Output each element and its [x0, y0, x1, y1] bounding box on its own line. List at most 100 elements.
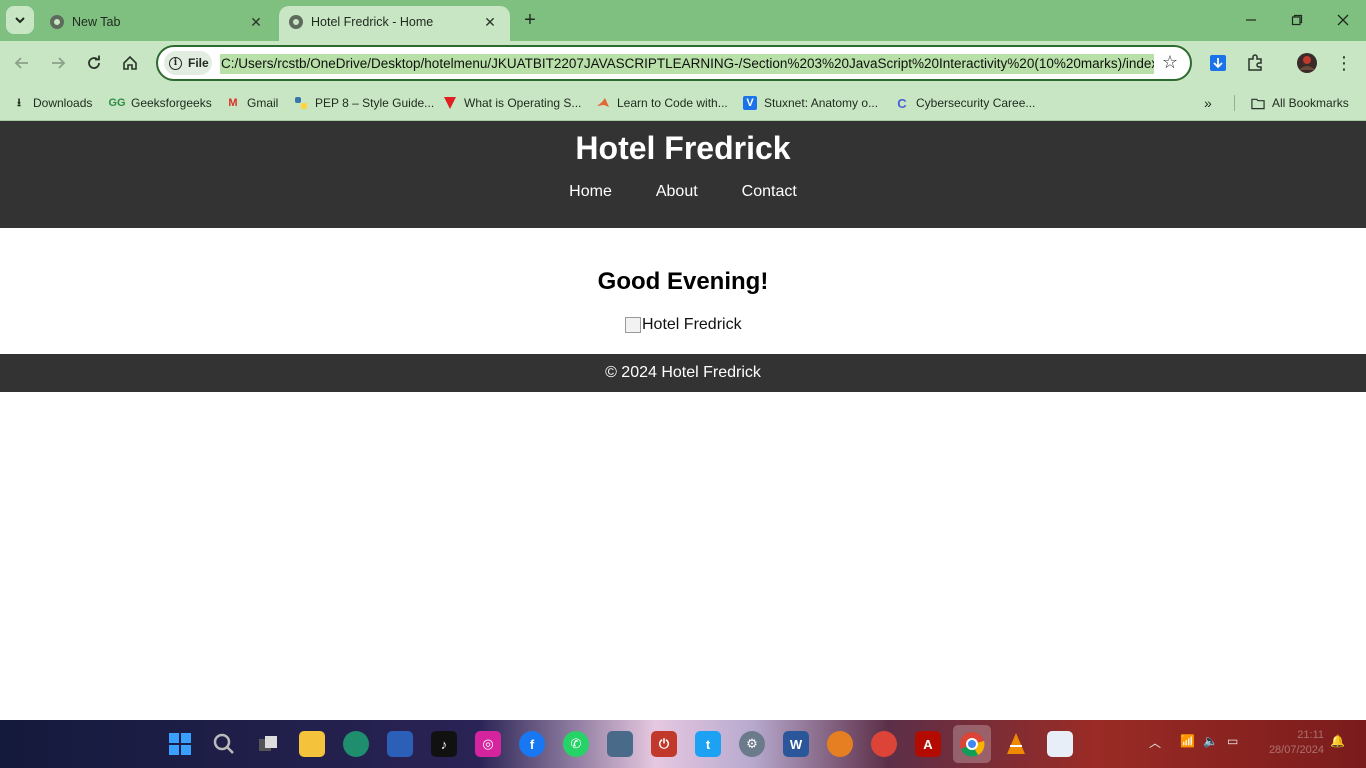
chrome-active-icon[interactable] — [953, 725, 991, 763]
greeting-heading: Good Evening! — [597, 268, 769, 295]
bookmark-geeksforgeeks[interactable]: GG Geeksforgeeks — [108, 92, 212, 114]
extensions-button[interactable] — [1243, 51, 1267, 75]
chevron-down-icon — [15, 17, 25, 24]
wifi-icon[interactable]: 📶 — [1180, 734, 1195, 748]
v-icon: V — [743, 96, 757, 110]
home-button[interactable] — [118, 51, 142, 75]
more-bookmarks-button[interactable]: » — [1204, 92, 1212, 114]
forward-button[interactable] — [46, 51, 70, 75]
close-icon[interactable]: ✕ — [246, 12, 266, 32]
tiktok-icon[interactable]: ♪ — [431, 731, 457, 757]
download-icon — [1210, 55, 1226, 71]
bookmark-label: Learn to Code with... — [617, 96, 728, 110]
windows-start-icon[interactable] — [167, 731, 193, 757]
gmail-icon: M — [228, 97, 238, 109]
matlab-icon — [596, 96, 610, 110]
back-button[interactable] — [10, 51, 34, 75]
bookmark-learn-to-code[interactable]: Learn to Code with... — [596, 92, 728, 114]
site-header: Hotel Fredrick Home About Contact — [0, 121, 1366, 228]
bookmark-pep8[interactable]: PEP 8 – Style Guide... — [294, 92, 434, 114]
chip-label: File — [188, 56, 209, 70]
bookmark-operating-system[interactable]: What is Operating S... — [443, 92, 581, 114]
double-chevron-icon: » — [1204, 95, 1212, 111]
search-app-icon[interactable] — [827, 731, 853, 757]
menu-button[interactable]: ⋮ — [1332, 51, 1356, 75]
restore-button[interactable] — [1283, 8, 1311, 32]
clock-date: 28/07/2024 — [1268, 744, 1324, 756]
settings-gear-icon[interactable]: ⚙ — [739, 731, 765, 757]
task-view-icon[interactable] — [255, 731, 281, 757]
twitter-icon[interactable]: t — [695, 731, 721, 757]
profile-button[interactable] — [1295, 51, 1319, 75]
new-tab-button[interactable]: + — [518, 8, 542, 32]
notification-bell-icon[interactable]: 🔔 — [1330, 734, 1345, 748]
edge-icon[interactable] — [343, 731, 369, 757]
volume-icon[interactable]: 🔈 — [1203, 734, 1218, 748]
bookmark-label: Geeksforgeeks — [131, 96, 212, 110]
bookmark-label: Downloads — [33, 96, 93, 110]
bookmarks-bar: ⭳ Downloads GG Geeksforgeeks M Gmail PEP… — [0, 85, 1366, 121]
minimize-icon — [1246, 19, 1256, 21]
bookmark-cybersecurity[interactable]: C Cybersecurity Caree... — [895, 92, 1035, 114]
store-icon[interactable] — [387, 731, 413, 757]
image-alt-text: Hotel Fredrick — [642, 316, 742, 333]
tab-strip: New Tab ✕ Hotel Fredrick - Home ✕ + — [0, 0, 1366, 41]
acrobat-icon[interactable]: A — [915, 731, 941, 757]
minimize-button[interactable] — [1237, 8, 1265, 32]
file-explorer-icon[interactable] — [299, 731, 325, 757]
bookmark-label: What is Operating S... — [464, 96, 582, 110]
bookmark-label: PEP 8 – Style Guide... — [315, 96, 435, 110]
reload-icon — [88, 55, 100, 69]
tab-title: New Tab — [72, 15, 121, 29]
power-app-icon[interactable]: ⏻ — [651, 731, 677, 757]
site-title: Hotel Fredrick — [575, 130, 791, 166]
chrome-icon — [50, 15, 64, 29]
reload-button[interactable] — [82, 51, 106, 75]
whatsapp-icon[interactable]: ✆ — [563, 731, 589, 757]
chrome-icon[interactable] — [871, 731, 897, 757]
geeksforgeeks-icon: GG — [108, 97, 126, 109]
instagram-icon[interactable]: ◎ — [475, 731, 501, 757]
tab-search-button[interactable] — [6, 6, 34, 34]
search-icon[interactable] — [211, 731, 237, 757]
word-icon[interactable]: W — [783, 731, 809, 757]
bookmark-label: Gmail — [247, 96, 279, 110]
arrow-left-icon — [14, 57, 28, 69]
paint-icon[interactable] — [1047, 731, 1073, 757]
site-info-chip[interactable]: i File — [164, 51, 212, 75]
bookmark-downloads[interactable]: ⭳ Downloads — [12, 92, 92, 114]
tab-hotel-fredrick[interactable]: Hotel Fredrick - Home ✕ — [279, 6, 510, 41]
nav-home-link[interactable]: Home — [569, 183, 612, 201]
clock-time: 21:11 — [1297, 729, 1324, 741]
divider — [1234, 95, 1235, 111]
nav-contact-link[interactable]: Contact — [742, 183, 797, 201]
downloads-button[interactable] — [1206, 51, 1230, 75]
address-bar[interactable]: i File C:/Users/rcstb/OneDrive/Desktop/h… — [156, 45, 1192, 81]
chevron-up-icon[interactable]: ︿ — [1149, 734, 1161, 751]
home-icon — [123, 55, 137, 70]
site-footer: © 2024 Hotel Fredrick — [0, 354, 1366, 392]
nav-about-link[interactable]: About — [656, 183, 698, 201]
close-icon — [1337, 14, 1349, 26]
close-window-button[interactable] — [1329, 8, 1357, 32]
arrow-right-icon — [52, 57, 66, 69]
star-icon[interactable]: ☆ — [1162, 52, 1178, 73]
browser-toolbar: i File C:/Users/rcstb/OneDrive/Desktop/h… — [0, 41, 1366, 85]
tab-title: Hotel Fredrick - Home — [311, 15, 434, 29]
all-bookmarks-button[interactable]: All Bookmarks — [1251, 92, 1349, 114]
bookmark-label: Cybersecurity Caree... — [916, 96, 1036, 110]
vlc-icon[interactable] — [1003, 731, 1029, 757]
battery-icon[interactable]: ▭ — [1227, 734, 1238, 748]
python-icon — [294, 96, 308, 110]
bookmark-stuxnet[interactable]: V Stuxnet: Anatomy o... — [743, 92, 878, 114]
folder-icon — [1251, 96, 1265, 110]
site-nav: Home About Contact — [0, 183, 1366, 201]
facebook-icon[interactable]: f — [519, 731, 545, 757]
tab-new-tab[interactable]: New Tab ✕ — [40, 6, 276, 41]
globe-icon — [289, 15, 303, 29]
taskbar-clock[interactable]: 21:11 28/07/2024 — [1269, 728, 1324, 758]
keyboard-app-icon[interactable] — [607, 731, 633, 757]
url-text[interactable]: C:/Users/rcstb/OneDrive/Desktop/hotelmen… — [220, 54, 1154, 74]
close-icon[interactable]: ✕ — [480, 12, 500, 32]
bookmark-gmail[interactable]: M Gmail — [226, 92, 278, 114]
